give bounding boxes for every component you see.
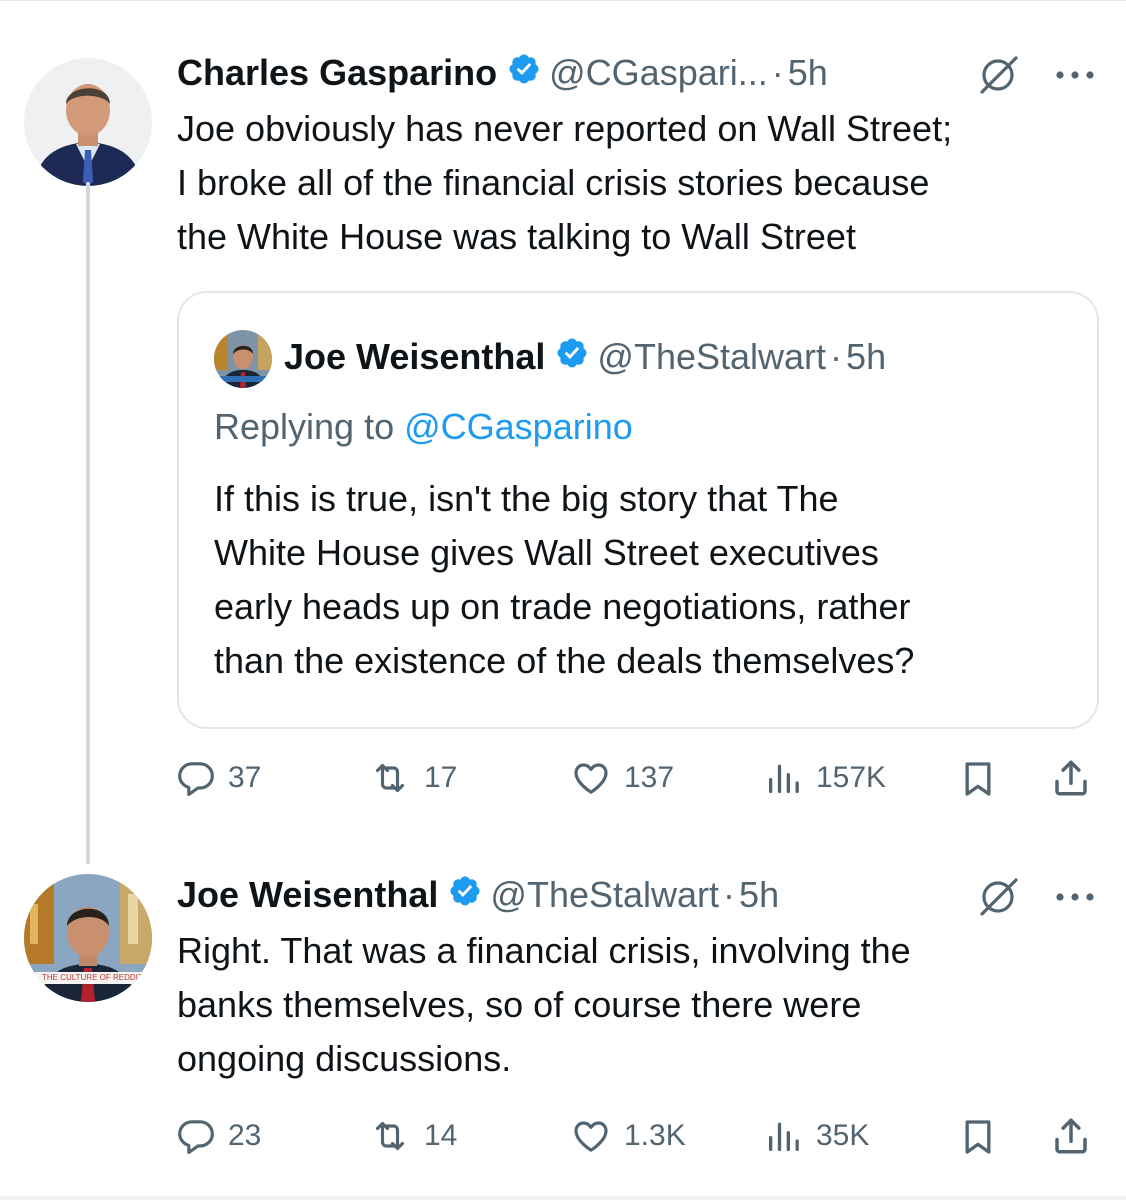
like-count: 1.3K bbox=[624, 1119, 686, 1152]
quote-avatar-joe-weisenthal[interactable] bbox=[214, 330, 272, 388]
replying-to-label: Replying to bbox=[214, 406, 395, 447]
bookmark-icon[interactable] bbox=[958, 1116, 998, 1163]
quote-text: If this is true, isn't the big story tha… bbox=[214, 472, 914, 688]
tweet1-text-line: the White House was talking to Wall Stre… bbox=[177, 216, 856, 257]
repost-icon bbox=[368, 758, 412, 798]
bookmark-icon[interactable] bbox=[958, 758, 998, 805]
reply-count: 37 bbox=[228, 761, 262, 794]
views-count: 157K bbox=[816, 761, 887, 794]
like-count: 137 bbox=[624, 761, 675, 794]
separator-dot: · bbox=[723, 874, 736, 915]
tweet2-author-name[interactable]: Joe Weisenthal bbox=[177, 874, 438, 916]
tweet1-handle[interactable]: @CGaspari... bbox=[549, 52, 768, 94]
reply-icon bbox=[176, 1116, 216, 1156]
repost-button[interactable]: 17 bbox=[368, 758, 457, 798]
quote-author-name[interactable]: Joe Weisenthal bbox=[284, 336, 545, 378]
verified-badge-icon bbox=[507, 52, 541, 95]
like-button[interactable]: 1.3K bbox=[570, 1116, 686, 1156]
share-icon[interactable] bbox=[1050, 756, 1092, 805]
tweet1-timestamp[interactable]: 5h bbox=[788, 52, 828, 94]
repost-icon bbox=[368, 1116, 412, 1156]
more-icon[interactable] bbox=[1054, 68, 1096, 86]
like-icon bbox=[570, 1116, 612, 1156]
quote-text-line: If this is true, isn't the big story tha… bbox=[214, 478, 839, 519]
views-button[interactable]: 157K bbox=[764, 758, 886, 798]
grok-icon[interactable] bbox=[976, 54, 1022, 101]
quote-text-line: early heads up on trade negotiations, ra… bbox=[214, 586, 911, 627]
share-icon[interactable] bbox=[1050, 1114, 1092, 1163]
tweet2-timestamp[interactable]: 5h bbox=[739, 874, 779, 916]
quote-text-line: than the existence of the deals themselv… bbox=[214, 640, 915, 681]
quote-text-line: White House gives Wall Street executives bbox=[214, 532, 879, 573]
tweet2-header: Joe Weisenthal @TheStalwart · 5h bbox=[177, 872, 779, 918]
quote-handle[interactable]: @TheStalwart bbox=[597, 336, 826, 378]
tweet1-text: Joe obviously has never reported on Wall… bbox=[177, 102, 952, 264]
tweet2-text: Right. That was a financial crisis, invo… bbox=[177, 924, 911, 1086]
repost-count: 17 bbox=[424, 761, 458, 794]
tweet1-text-line: I broke all of the financial crisis stor… bbox=[177, 162, 930, 203]
repost-count: 14 bbox=[424, 1119, 458, 1152]
reply-icon bbox=[176, 758, 216, 798]
bottom-divider bbox=[0, 1196, 1126, 1200]
verified-badge-icon bbox=[448, 874, 482, 917]
tweet2-text-line: banks themselves, so of course there wer… bbox=[177, 984, 862, 1025]
grok-icon[interactable] bbox=[976, 876, 1022, 923]
views-count: 35K bbox=[816, 1119, 870, 1152]
replying-to: Replying to @CGasparino bbox=[214, 404, 633, 450]
avatar-caption: THE CULTURE OF REDDIT bbox=[42, 973, 142, 982]
reply-button[interactable]: 23 bbox=[176, 1116, 261, 1156]
like-button[interactable]: 137 bbox=[570, 758, 674, 798]
quote-timestamp[interactable]: 5h bbox=[846, 336, 886, 378]
avatar-joe-weisenthal[interactable]: THE CULTURE OF REDDIT bbox=[24, 874, 152, 1002]
views-icon bbox=[764, 758, 804, 798]
tweet1-text-line: Joe obviously has never reported on Wall… bbox=[177, 108, 953, 149]
repost-button[interactable]: 14 bbox=[368, 1116, 457, 1156]
tweet2-text-line: Right. That was a financial crisis, invo… bbox=[177, 930, 911, 971]
tweet1-header: Charles Gasparino @CGaspari... · 5h bbox=[177, 50, 828, 96]
reply-button[interactable]: 37 bbox=[176, 758, 261, 798]
tweet2-text-line: ongoing discussions. bbox=[177, 1038, 512, 1079]
tweet2-handle[interactable]: @TheStalwart bbox=[490, 874, 719, 916]
top-divider bbox=[0, 0, 1126, 1]
verified-badge-icon bbox=[555, 336, 589, 379]
separator-dot: · bbox=[771, 52, 784, 93]
views-button[interactable]: 35K bbox=[764, 1116, 869, 1156]
thread-connector-line bbox=[86, 182, 90, 864]
views-icon bbox=[764, 1116, 804, 1156]
separator-dot: · bbox=[830, 336, 843, 377]
replying-to-handle[interactable]: @CGasparino bbox=[404, 406, 633, 448]
avatar-charles-gasparino[interactable] bbox=[24, 58, 152, 186]
tweet1-author-name[interactable]: Charles Gasparino bbox=[177, 52, 497, 94]
like-icon bbox=[570, 758, 612, 798]
quote-header: Joe Weisenthal @TheStalwart · 5h bbox=[284, 334, 886, 380]
reply-count: 23 bbox=[228, 1119, 262, 1152]
more-icon[interactable] bbox=[1054, 890, 1096, 908]
